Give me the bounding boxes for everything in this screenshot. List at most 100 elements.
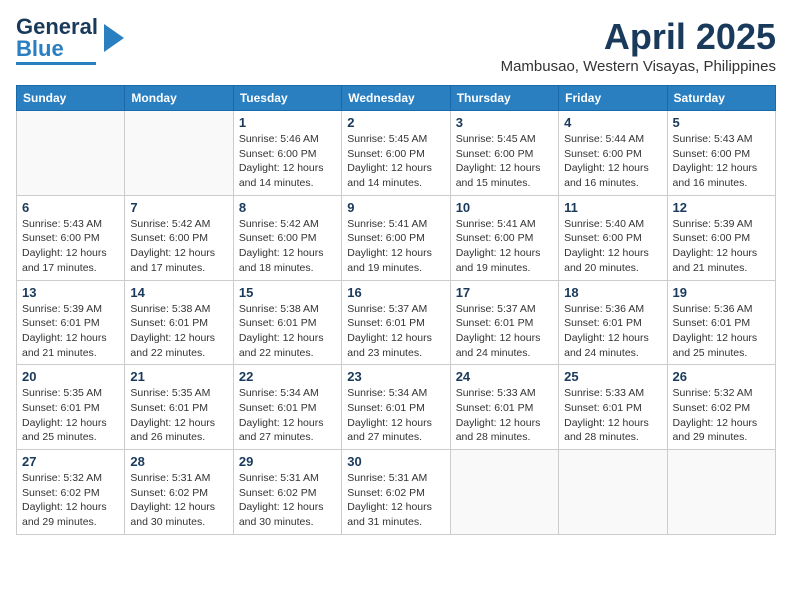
logo-text: GeneralBlue [16,16,98,60]
day-number: 26 [673,369,770,384]
calendar-cell: 3Sunrise: 5:45 AM Sunset: 6:00 PM Daylig… [450,111,558,196]
day-number: 19 [673,285,770,300]
day-detail: Sunrise: 5:31 AM Sunset: 6:02 PM Dayligh… [239,471,336,530]
calendar-table: SundayMondayTuesdayWednesdayThursdayFrid… [16,85,776,535]
calendar-cell: 30 Sunrise: 5:31 AM Sunset: 6:02 PM Dayli… [342,450,450,535]
weekday-header-saturday: Saturday [667,86,775,111]
weekday-header-monday: Monday [125,86,233,111]
day-detail: Sunrise: 5:37 AM Sunset: 6:01 PM Dayligh… [347,302,444,361]
day-number: 28 [130,454,227,469]
weekday-header-row: SundayMondayTuesdayWednesdayThursdayFrid… [17,86,776,111]
day-number: 16 [347,285,444,300]
calendar-cell: 29Sunrise: 5:31 AM Sunset: 6:02 PM Dayli… [233,450,341,535]
day-number: 7 [130,200,227,215]
day-detail: Sunrise: 5:36 AM Sunset: 6:01 PM Dayligh… [673,302,770,361]
day-number: 23 [347,369,444,384]
day-detail: Sunrise: 5:36 AM Sunset: 6:01 PM Dayligh… [564,302,661,361]
calendar-cell: 21 Sunrise: 5:35 AM Sunset: 6:01 PM Dayli… [125,365,233,450]
day-number: 8 [239,200,336,215]
day-detail: Sunrise: 5:43 AM Sunset: 6:00 PM Dayligh… [673,132,770,191]
day-number: 21 [130,369,227,384]
weekday-header-wednesday: Wednesday [342,86,450,111]
calendar-cell: 16 Sunrise: 5:37 AM Sunset: 6:01 PM Dayli… [342,280,450,365]
page-header: GeneralBlue April 2025 Mambusao, Western… [16,16,776,75]
day-number: 24 [456,369,553,384]
day-detail: Sunrise: 5:41 AM Sunset: 6:00 PM Dayligh… [456,217,553,276]
logo-underline [16,62,96,65]
calendar-cell: 23Sunrise: 5:34 AM Sunset: 6:01 PM Dayli… [342,365,450,450]
calendar-cell [17,111,125,196]
calendar-cell: 8 Sunrise: 5:42 AM Sunset: 6:00 PM Daylig… [233,195,341,280]
calendar-cell: 7Sunrise: 5:42 AM Sunset: 6:00 PM Daylig… [125,195,233,280]
calendar-cell: 22Sunrise: 5:34 AM Sunset: 6:01 PM Dayli… [233,365,341,450]
calendar-cell: 1Sunrise: 5:46 AM Sunset: 6:00 PM Daylig… [233,111,341,196]
calendar-cell: 24 Sunrise: 5:33 AM Sunset: 6:01 PM Dayli… [450,365,558,450]
calendar-cell: 15 Sunrise: 5:38 AM Sunset: 6:01 PM Dayli… [233,280,341,365]
day-number: 13 [22,285,119,300]
day-number: 14 [130,285,227,300]
week-row-3: 13 Sunrise: 5:39 AM Sunset: 6:01 PM Dayli… [17,280,776,365]
day-number: 12 [673,200,770,215]
calendar-cell [450,450,558,535]
day-number: 9 [347,200,444,215]
week-row-1: 1Sunrise: 5:46 AM Sunset: 6:00 PM Daylig… [17,111,776,196]
day-detail: Sunrise: 5:39 AM Sunset: 6:01 PM Dayligh… [22,302,119,361]
logo: GeneralBlue [16,16,128,65]
day-detail: Sunrise: 5:38 AM Sunset: 6:01 PM Dayligh… [239,302,336,361]
calendar-title: April 2025 [501,16,776,58]
day-detail: Sunrise: 5:31 AM Sunset: 6:02 PM Dayligh… [347,471,444,530]
day-detail: Sunrise: 5:32 AM Sunset: 6:02 PM Dayligh… [673,386,770,445]
calendar-cell: 26 Sunrise: 5:32 AM Sunset: 6:02 PM Dayli… [667,365,775,450]
calendar-cell: 9 Sunrise: 5:41 AM Sunset: 6:00 PM Daylig… [342,195,450,280]
calendar-cell: 18 Sunrise: 5:36 AM Sunset: 6:01 PM Dayli… [559,280,667,365]
weekday-header-tuesday: Tuesday [233,86,341,111]
calendar-cell [667,450,775,535]
day-detail: Sunrise: 5:34 AM Sunset: 6:01 PM Dayligh… [239,386,336,445]
day-detail: Sunrise: 5:43 AM Sunset: 6:00 PM Dayligh… [22,217,119,276]
logo-icon [100,20,128,56]
calendar-cell: 4Sunrise: 5:44 AM Sunset: 6:00 PM Daylig… [559,111,667,196]
day-detail: Sunrise: 5:33 AM Sunset: 6:01 PM Dayligh… [456,386,553,445]
calendar-cell: 13 Sunrise: 5:39 AM Sunset: 6:01 PM Dayli… [17,280,125,365]
week-row-4: 20 Sunrise: 5:35 AM Sunset: 6:01 PM Dayli… [17,365,776,450]
calendar-cell: 10 Sunrise: 5:41 AM Sunset: 6:00 PM Dayli… [450,195,558,280]
day-number: 1 [239,115,336,130]
calendar-cell: 5 Sunrise: 5:43 AM Sunset: 6:00 PM Daylig… [667,111,775,196]
day-detail: Sunrise: 5:31 AM Sunset: 6:02 PM Dayligh… [130,471,227,530]
day-number: 3 [456,115,553,130]
calendar-cell: 28 Sunrise: 5:31 AM Sunset: 6:02 PM Dayli… [125,450,233,535]
day-detail: Sunrise: 5:35 AM Sunset: 6:01 PM Dayligh… [22,386,119,445]
calendar-cell: 11Sunrise: 5:40 AM Sunset: 6:00 PM Dayli… [559,195,667,280]
day-number: 6 [22,200,119,215]
calendar-cell: 12Sunrise: 5:39 AM Sunset: 6:00 PM Dayli… [667,195,775,280]
weekday-header-sunday: Sunday [17,86,125,111]
day-detail: Sunrise: 5:33 AM Sunset: 6:01 PM Dayligh… [564,386,661,445]
day-detail: Sunrise: 5:41 AM Sunset: 6:00 PM Dayligh… [347,217,444,276]
day-number: 25 [564,369,661,384]
day-number: 17 [456,285,553,300]
day-number: 15 [239,285,336,300]
calendar-cell: 6 Sunrise: 5:43 AM Sunset: 6:00 PM Daylig… [17,195,125,280]
day-number: 10 [456,200,553,215]
day-number: 20 [22,369,119,384]
calendar-cell: 19 Sunrise: 5:36 AM Sunset: 6:01 PM Dayli… [667,280,775,365]
calendar-cell [559,450,667,535]
day-detail: Sunrise: 5:37 AM Sunset: 6:01 PM Dayligh… [456,302,553,361]
day-number: 30 [347,454,444,469]
day-detail: Sunrise: 5:35 AM Sunset: 6:01 PM Dayligh… [130,386,227,445]
day-number: 27 [22,454,119,469]
calendar-cell: 2Sunrise: 5:45 AM Sunset: 6:00 PM Daylig… [342,111,450,196]
day-number: 5 [673,115,770,130]
day-number: 4 [564,115,661,130]
calendar-cell: 25 Sunrise: 5:33 AM Sunset: 6:01 PM Dayli… [559,365,667,450]
calendar-cell: 20 Sunrise: 5:35 AM Sunset: 6:01 PM Dayli… [17,365,125,450]
weekday-header-thursday: Thursday [450,86,558,111]
calendar-cell: 27 Sunrise: 5:32 AM Sunset: 6:02 PM Dayli… [17,450,125,535]
calendar-cell [125,111,233,196]
day-detail: Sunrise: 5:32 AM Sunset: 6:02 PM Dayligh… [22,471,119,530]
day-number: 18 [564,285,661,300]
calendar-cell: 17 Sunrise: 5:37 AM Sunset: 6:01 PM Dayli… [450,280,558,365]
day-detail: Sunrise: 5:42 AM Sunset: 6:00 PM Dayligh… [239,217,336,276]
title-block: April 2025 Mambusao, Western Visayas, Ph… [501,16,776,75]
day-number: 2 [347,115,444,130]
